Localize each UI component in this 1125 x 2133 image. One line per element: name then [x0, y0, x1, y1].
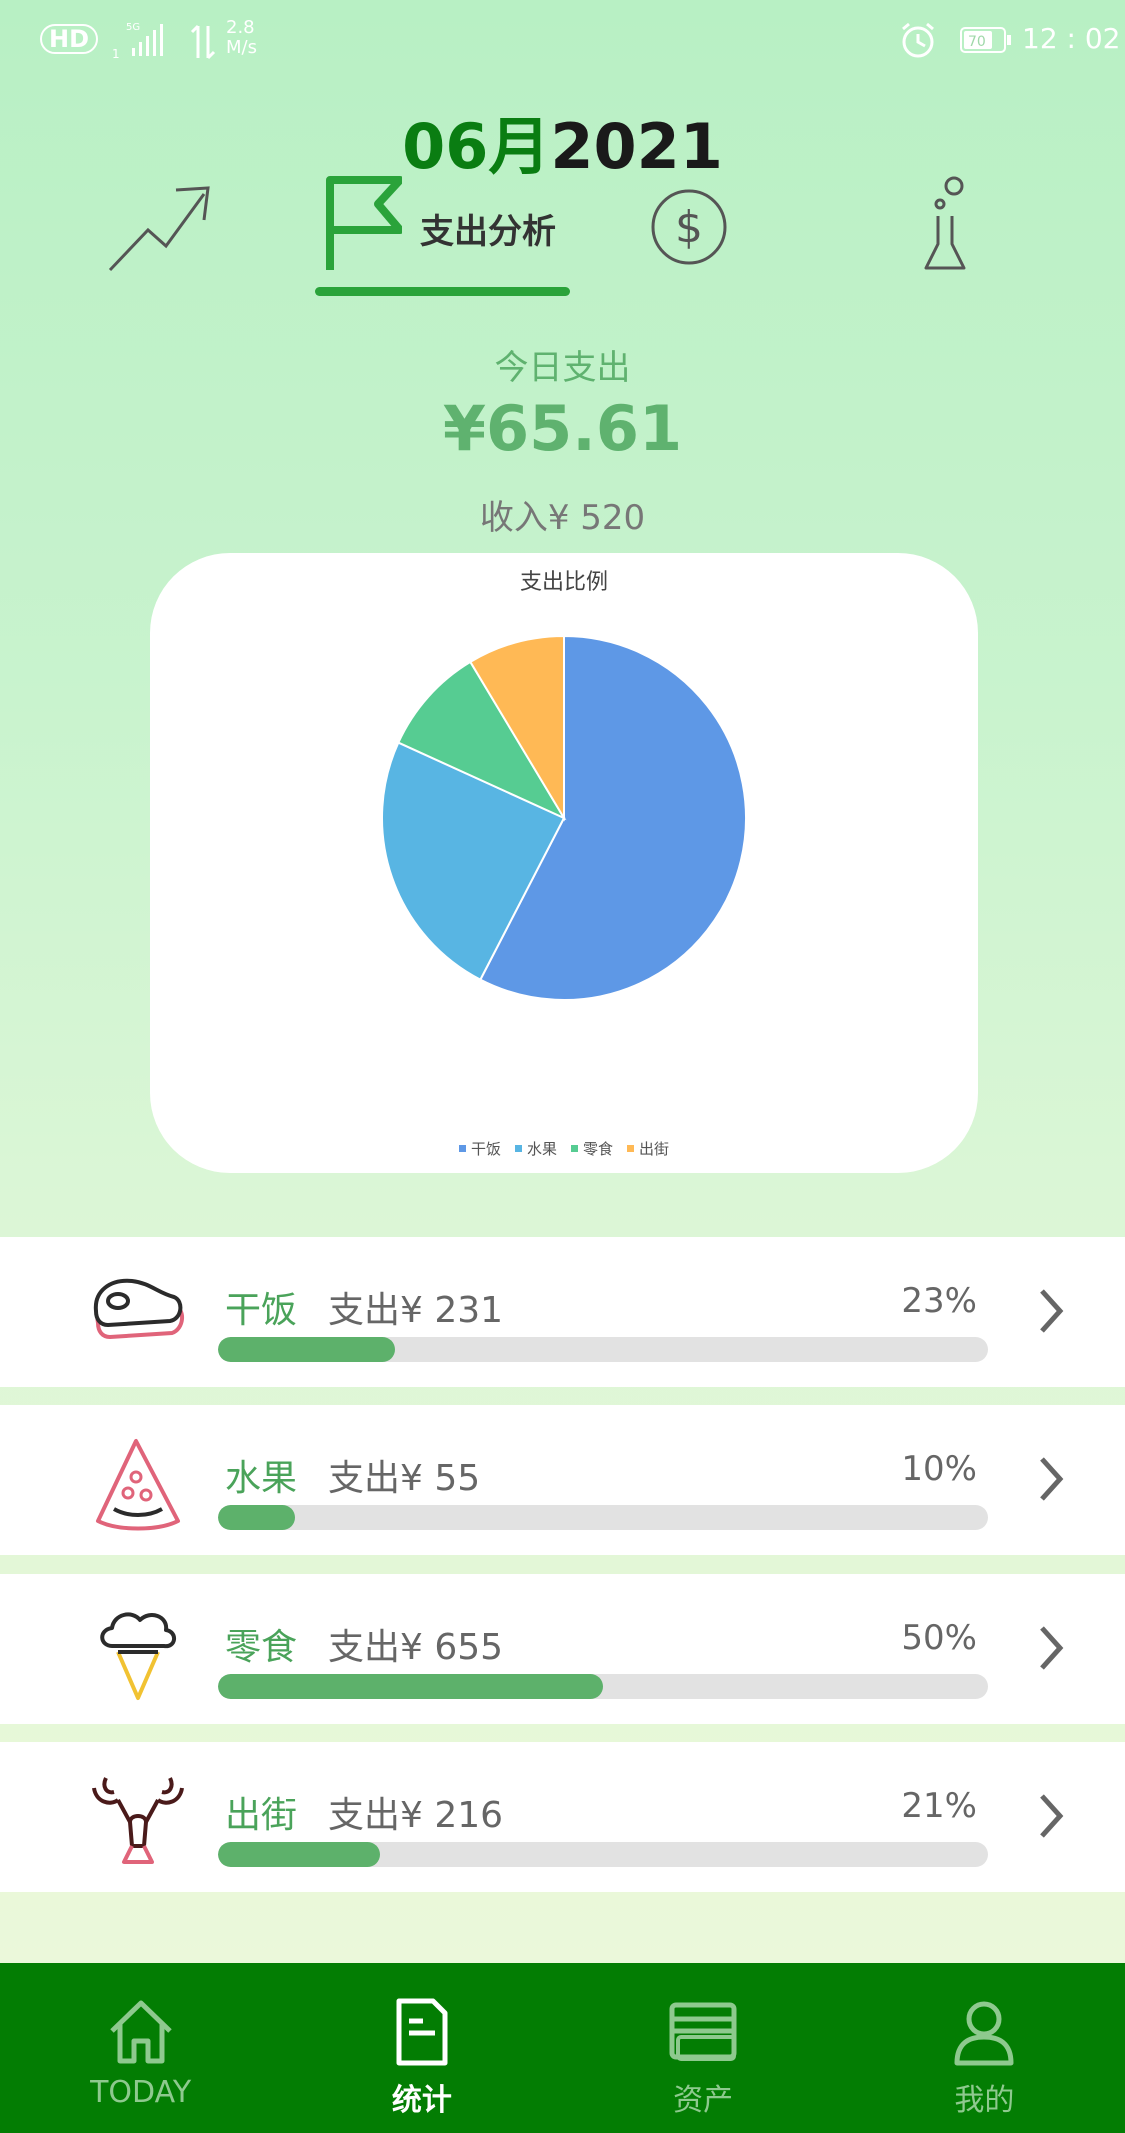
- category-spend: 支出¥ 231: [328, 1290, 504, 1331]
- tab-expense-analysis[interactable]: 支出分析: [420, 204, 556, 253]
- progress-track: [218, 1505, 988, 1530]
- trend-up-icon[interactable]: [104, 180, 214, 280]
- legend-item: 干饭: [458, 1138, 501, 1159]
- nav-item-assets[interactable]: 资产: [563, 1963, 844, 2133]
- net-speed: 2.8 M/s: [226, 18, 257, 58]
- signal-icon: 1 5G: [112, 22, 163, 60]
- watermelon-icon: [96, 1439, 180, 1531]
- category-row[interactable]: 水果 支出¥ 55 10%: [0, 1405, 1125, 1555]
- category-row[interactable]: 干饭 支出¥ 231 23%: [0, 1237, 1125, 1387]
- chevron-right-icon[interactable]: [1036, 1790, 1066, 1842]
- flag-icon[interactable]: [322, 174, 402, 274]
- chart-legend: 干饭 水果 零食 出街: [150, 1138, 978, 1159]
- ice-cream-icon: [100, 1612, 176, 1700]
- category-row[interactable]: 出街 支出¥ 216 21%: [0, 1742, 1125, 1892]
- alarm-clock-icon: [902, 22, 934, 58]
- today-expense-amount: ¥65.61: [442, 392, 683, 465]
- income-label: 收入¥ 520: [479, 498, 646, 538]
- progress-fill: [218, 1337, 396, 1362]
- nav-item-today[interactable]: TODAY: [0, 1963, 281, 2133]
- legend-item: 零食: [571, 1138, 613, 1159]
- category-percent: 21%: [901, 1786, 977, 1826]
- net-type-label: 5G: [126, 22, 140, 33]
- progress-track: [218, 1337, 988, 1362]
- sim-slot-label: 1: [112, 47, 120, 60]
- flask-icon[interactable]: [920, 174, 970, 274]
- today-expense-label: 今日支出: [494, 348, 631, 388]
- legend-swatch: [571, 1145, 578, 1152]
- progress-fill: [218, 1674, 603, 1699]
- expense-pie-chart: [381, 634, 747, 1001]
- clock-time: 12 : 02: [1022, 22, 1121, 55]
- category-percent: 10%: [901, 1449, 977, 1489]
- nav-item-me[interactable]: 我的: [844, 1963, 1125, 2133]
- lobster-icon: [92, 1777, 184, 1864]
- legend-swatch: [458, 1145, 466, 1152]
- legend-swatch: [514, 1145, 522, 1152]
- hd-badge: HD: [40, 24, 98, 54]
- dollar-coin-icon[interactable]: $: [650, 188, 728, 266]
- month-title[interactable]: 06月2021: [0, 96, 1125, 186]
- net-speed-unit: M/s: [226, 37, 257, 58]
- progress-track: [218, 1842, 988, 1867]
- category-name: 零食: [225, 1627, 298, 1668]
- category-percent: 23%: [901, 1281, 977, 1321]
- legend-item: 水果: [514, 1138, 557, 1159]
- category-name: 出街: [225, 1795, 298, 1836]
- chevron-right-icon[interactable]: [1036, 1285, 1066, 1337]
- bottom-nav: TODAY 统计 资产 我的: [0, 1963, 1125, 2133]
- category-row[interactable]: 零食 支出¥ 655 50%: [0, 1574, 1125, 1724]
- user-icon: [954, 2001, 1014, 2066]
- legend-swatch: [627, 1145, 635, 1152]
- document-icon: [396, 1998, 448, 2066]
- svg-text:$: $: [675, 202, 703, 253]
- category-name: 干饭: [225, 1290, 298, 1331]
- chevron-right-icon[interactable]: [1036, 1453, 1066, 1505]
- progress-fill: [218, 1842, 380, 1867]
- legend-label: 水果: [526, 1140, 557, 1158]
- year-label: 2021: [550, 110, 723, 183]
- legend-label: 干饭: [470, 1140, 501, 1158]
- category-percent: 50%: [901, 1618, 977, 1658]
- month-label: 06月: [402, 110, 551, 183]
- nav-label: 我的: [954, 2083, 1015, 2118]
- category-name: 水果: [225, 1458, 298, 1499]
- category-spend: 支出¥ 655: [328, 1627, 504, 1668]
- legend-item: 出街: [627, 1138, 669, 1159]
- legend-label: 出街: [639, 1140, 670, 1158]
- active-tab-indicator: [315, 287, 570, 296]
- battery-icon: 70: [960, 27, 1011, 53]
- category-spend: 支出¥ 55: [328, 1458, 481, 1499]
- legend-label: 零食: [583, 1140, 614, 1158]
- wallet-icon: [669, 2002, 737, 2061]
- nav-label: 资产: [673, 2083, 734, 2118]
- chevron-right-icon[interactable]: [1036, 1622, 1066, 1674]
- net-speed-value: 2.8: [226, 17, 255, 38]
- category-spend: 支出¥ 216: [328, 1795, 504, 1836]
- nav-item-stats[interactable]: 统计: [281, 1963, 562, 2133]
- status-bar: HD 1 5G 2.8 M/s 70 12 : 02: [0, 0, 1125, 80]
- steak-icon: [93, 1278, 184, 1340]
- nav-label: 统计: [391, 2083, 452, 2118]
- nav-label: TODAY: [90, 2075, 192, 2110]
- battery-level: 70: [968, 34, 986, 50]
- home-icon: [109, 2000, 172, 2064]
- data-transfer-icon: [190, 24, 216, 60]
- progress-fill: [218, 1505, 295, 1530]
- progress-track: [218, 1674, 988, 1699]
